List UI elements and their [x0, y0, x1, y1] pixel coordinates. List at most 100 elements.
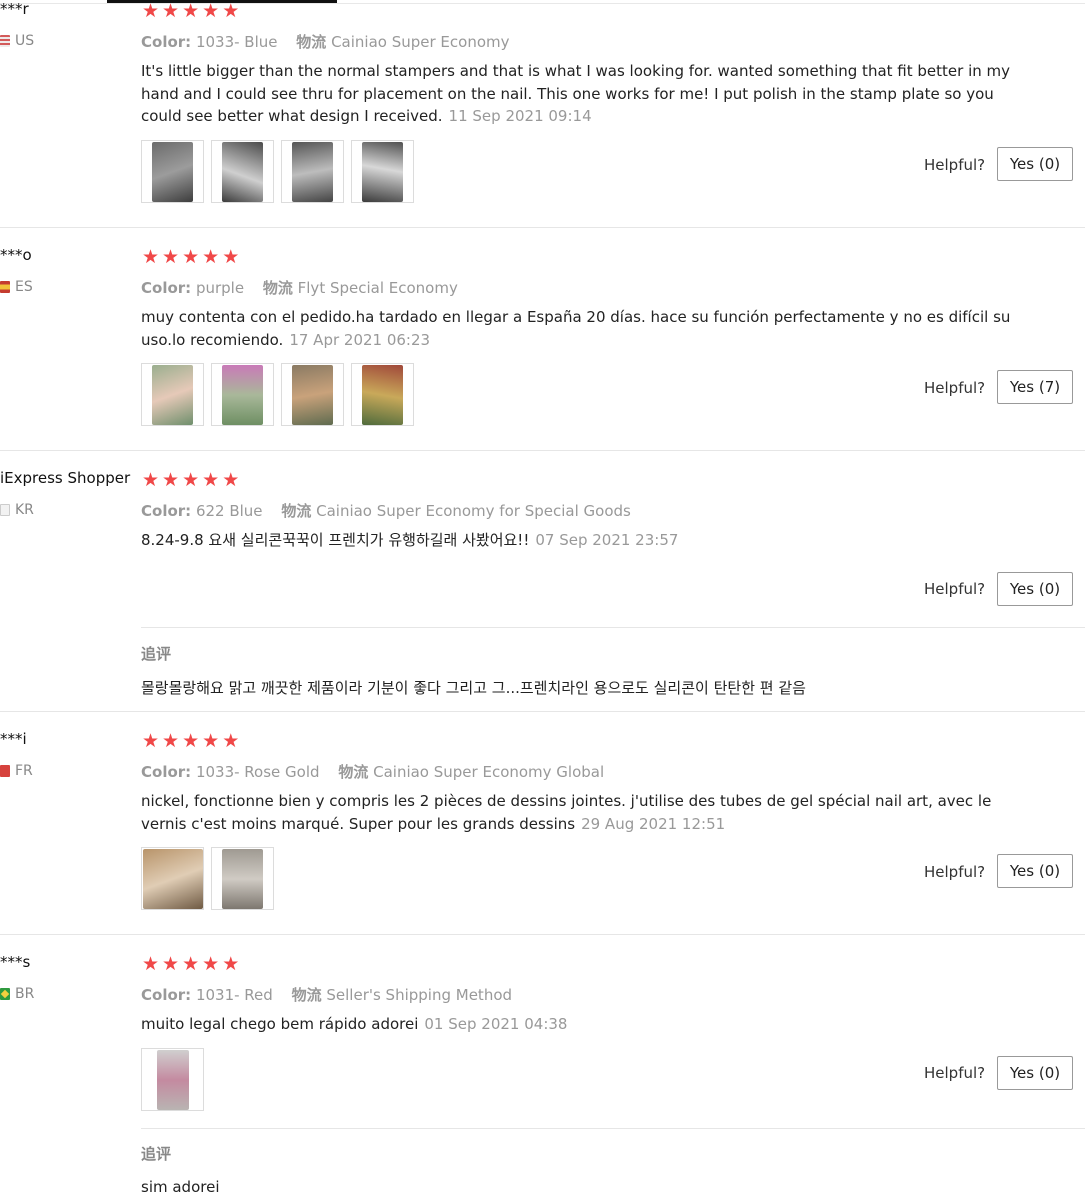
helpful-yes-button[interactable]: Yes (0) — [997, 854, 1073, 888]
color-value: 1033- Rose Gold — [195, 763, 320, 781]
star-rating: ★ ★ ★ ★ ★ — [142, 2, 239, 21]
star-icon: ★ — [162, 953, 180, 975]
helpful-yes-button[interactable]: Yes (0) — [997, 572, 1073, 606]
country-code: BR — [15, 986, 35, 1002]
reviewer-name: iExpress Shopper — [0, 469, 131, 487]
review-meta: Color: 1033- Blue 物流 Cainiao Super Econo… — [141, 31, 510, 52]
review-date: 07 Sep 2021 23:57 — [535, 531, 679, 549]
fr-flag-icon — [0, 765, 10, 777]
star-icon: ★ — [222, 730, 240, 752]
star-icon: ★ — [162, 469, 180, 491]
shipping-value: Cainiao Super Economy for Special Goods — [316, 502, 631, 520]
review-photo-thumbnail[interactable] — [281, 140, 344, 203]
followup-label: 追评 — [141, 1145, 172, 1163]
star-icon: ★ — [182, 469, 200, 491]
kr-flag-icon — [0, 504, 10, 516]
review-photo-thumbnail[interactable] — [351, 363, 414, 426]
star-rating: ★ ★ ★ ★ ★ — [142, 732, 239, 751]
us-flag-icon — [0, 35, 10, 47]
review-meta: Color: purple 物流 Flyt Special Economy — [141, 277, 458, 298]
star-icon: ★ — [202, 730, 220, 752]
reviewer-country: FR — [0, 763, 33, 779]
reviewer-country: US — [0, 33, 34, 49]
review-photo-thumbnail[interactable] — [211, 140, 274, 203]
helpful-yes-button[interactable]: Yes (0) — [997, 1056, 1073, 1090]
helpful-label: Helpful? — [924, 580, 986, 598]
star-icon: ★ — [202, 469, 220, 491]
star-icon: ★ — [202, 0, 220, 22]
review-item: iExpress Shopper KR ★ ★ ★ ★ ★ Color: 622 Blu… — [0, 451, 1085, 712]
review-item: ***s BR ★ ★ ★ ★ ★ Color: 1031- Red 物流 Seller… — [0, 935, 1085, 1203]
review-photos — [141, 140, 414, 203]
helpful-label: Helpful? — [924, 156, 986, 174]
reviewer-name: ***o — [0, 246, 32, 264]
review-date: 01 Sep 2021 04:38 — [424, 1015, 568, 1033]
color-label: Color: — [141, 986, 192, 1004]
country-code: US — [15, 33, 35, 49]
color-label: Color: — [141, 502, 192, 520]
review-item: ***o ES ★ ★ ★ ★ ★ Color: purple 物流 Flyt Spec… — [0, 228, 1085, 451]
review-date: 17 Apr 2021 06:23 — [289, 330, 431, 349]
review-photo-thumbnail[interactable] — [281, 363, 344, 426]
followup-divider — [141, 627, 1085, 628]
shipping-value: Flyt Special Economy — [297, 279, 458, 297]
review-body: muito legal chego bem rápido adorei — [141, 1015, 419, 1033]
color-label: Color: — [141, 33, 192, 51]
star-rating: ★ ★ ★ ★ ★ — [142, 955, 239, 974]
followup-text: sim adorei — [141, 1178, 220, 1196]
star-icon: ★ — [142, 0, 160, 22]
logistics-label: 物流 — [281, 502, 312, 520]
review-photo-thumbnail[interactable] — [141, 363, 204, 426]
logistics-label: 物流 — [262, 279, 293, 297]
helpful-label: Helpful? — [924, 863, 986, 881]
review-date: 29 Aug 2021 12:51 — [581, 814, 726, 833]
star-icon: ★ — [142, 730, 160, 752]
helpful-yes-button[interactable]: Yes (7) — [997, 370, 1073, 404]
star-icon: ★ — [202, 953, 220, 975]
reviewer-name: ***s — [0, 953, 31, 971]
es-flag-icon — [0, 281, 10, 293]
review-text: muito legal chego bem rápido adorei 01 Se… — [141, 1013, 1021, 1036]
star-icon: ★ — [162, 0, 180, 22]
star-icon: ★ — [222, 469, 240, 491]
shipping-value: Seller's Shipping Method — [326, 986, 513, 1004]
reviewer-country: KR — [0, 502, 34, 518]
logistics-label: 物流 — [291, 986, 322, 1004]
country-code: FR — [15, 763, 33, 779]
followup-divider — [141, 1128, 1085, 1129]
star-rating: ★ ★ ★ ★ ★ — [142, 471, 239, 490]
review-photo-thumbnail[interactable] — [141, 1048, 204, 1111]
review-meta: Color: 622 Blue 物流 Cainiao Super Economy… — [141, 500, 631, 521]
review-photo-thumbnail[interactable] — [351, 140, 414, 203]
review-date: 11 Sep 2021 09:14 — [448, 107, 592, 125]
review-photos — [141, 1048, 204, 1111]
helpful-label: Helpful? — [924, 1064, 986, 1082]
reviewer-country: ES — [0, 279, 33, 295]
review-text: muy contenta con el pedido.ha tardado en… — [141, 306, 1021, 351]
review-body: 8.24-9.8 요새 실리콘꾹꾹이 프렌치가 유행하길래 사봤어요!! — [141, 531, 530, 549]
review-item: ***i FR ★ ★ ★ ★ ★ Color: 1033- Rose Gold 物流 … — [0, 712, 1085, 935]
star-icon: ★ — [162, 246, 180, 268]
star-icon: ★ — [222, 246, 240, 268]
star-icon: ★ — [182, 246, 200, 268]
color-label: Color: — [141, 279, 192, 297]
review-body: nickel, fonctionne bien y compris les 2 … — [141, 792, 992, 833]
reviewer-country: BR — [0, 986, 34, 1002]
review-item: ***r US ★ ★ ★ ★ ★ Color: 1033- Blue 物流 Caini… — [0, 0, 1085, 228]
review-photo-thumbnail[interactable] — [211, 847, 274, 910]
star-rating: ★ ★ ★ ★ ★ — [142, 248, 239, 267]
review-meta: Color: 1031- Red 物流 Seller's Shipping Me… — [141, 984, 512, 1005]
review-photos — [141, 363, 414, 426]
star-icon: ★ — [142, 246, 160, 268]
logistics-label: 物流 — [296, 33, 327, 51]
review-photo-thumbnail[interactable] — [141, 847, 204, 910]
color-value: purple — [195, 279, 245, 297]
review-photo-thumbnail[interactable] — [211, 363, 274, 426]
color-value: 1031- Red — [195, 986, 273, 1004]
helpful-yes-button[interactable]: Yes (0) — [997, 147, 1073, 181]
color-value: 622 Blue — [195, 502, 263, 520]
review-photos — [141, 847, 274, 910]
review-photo-thumbnail[interactable] — [141, 140, 204, 203]
star-icon: ★ — [182, 0, 200, 22]
star-icon: ★ — [142, 469, 160, 491]
